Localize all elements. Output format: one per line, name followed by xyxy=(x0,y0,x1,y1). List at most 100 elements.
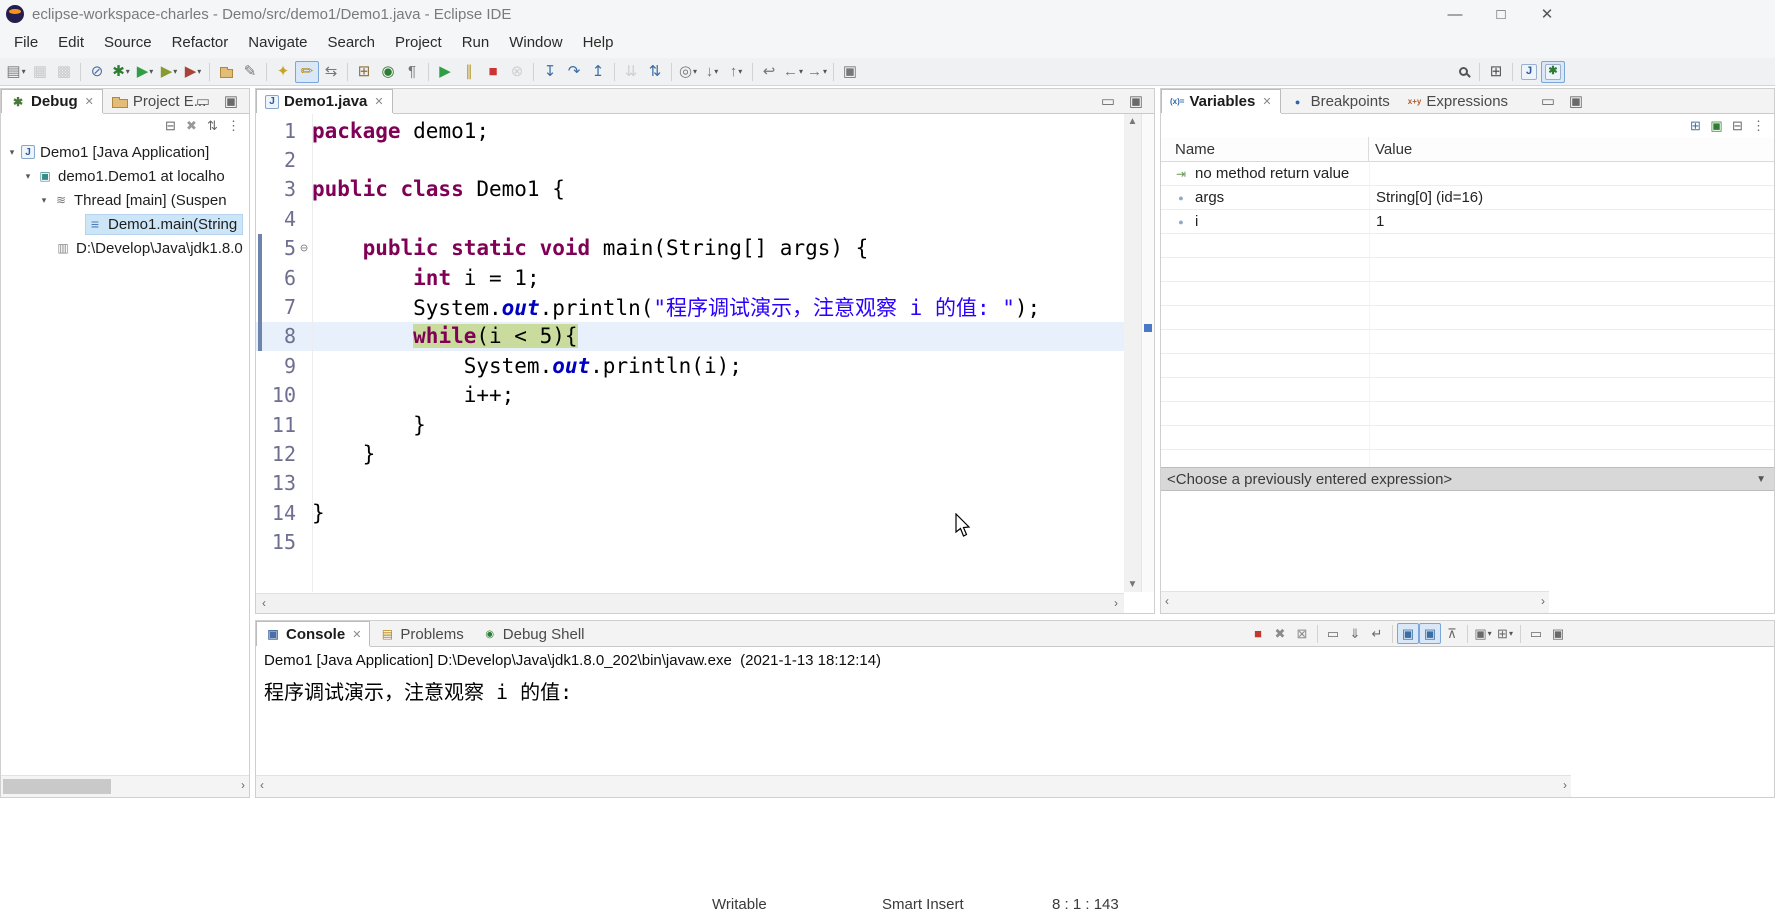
console-horizontal-scrollbar[interactable]: ‹ › xyxy=(256,775,1571,797)
maximize-view-icon[interactable]: ▣ xyxy=(219,91,243,113)
code-line-8[interactable]: 8 while(i < 5){ xyxy=(256,322,1124,351)
open-console-icon[interactable]: ⊞▾ xyxy=(1494,623,1516,644)
menu-file[interactable]: File xyxy=(4,28,48,58)
variables-horizontal-scrollbar[interactable]: ‹ › xyxy=(1161,591,1549,613)
save-all-icon[interactable]: ▩ xyxy=(52,61,76,83)
close-tab-icon[interactable]: ✕ xyxy=(374,95,383,108)
code-line-13[interactable]: 13 xyxy=(256,469,1124,498)
code-line-11[interactable]: 11 } xyxy=(256,410,1124,439)
maximize-view-icon[interactable]: ▣ xyxy=(1547,623,1569,644)
code-line-10[interactable]: 10 i++; xyxy=(256,381,1124,410)
tree-item[interactable]: ▾▣demo1.Demo1 at localho xyxy=(1,164,249,188)
scroll-right-icon[interactable]: › xyxy=(1541,594,1545,608)
editor-vertical-scrollbar[interactable]: ▲ ▼ xyxy=(1124,114,1141,592)
menu-navigate[interactable]: Navigate xyxy=(238,28,317,58)
tab-demo1-java[interactable]: JDemo1.java✕ xyxy=(256,89,393,113)
scroll-left-icon[interactable]: ‹ xyxy=(262,596,266,610)
scroll-right-icon[interactable]: › xyxy=(1114,596,1118,610)
filter-threads-icon[interactable]: ⇅ xyxy=(202,116,223,136)
scrollbar-thumb[interactable] xyxy=(3,779,111,794)
word-wrap-icon[interactable]: ↵ xyxy=(1366,623,1388,644)
tree-item[interactable]: ▾JDemo1 [Java Application] xyxy=(1,140,249,164)
new-java-project-icon[interactable] xyxy=(214,61,238,83)
step-over-icon[interactable]: ↷ xyxy=(562,61,586,83)
scroll-down-icon[interactable]: ▼ xyxy=(1124,579,1141,590)
scroll-left-icon[interactable]: ‹ xyxy=(1165,594,1169,608)
menu-source[interactable]: Source xyxy=(94,28,162,58)
tab-console[interactable]: ▣Console✕ xyxy=(256,621,370,646)
menu-refactor[interactable]: Refactor xyxy=(162,28,239,58)
pin-console-icon[interactable]: ⊼ xyxy=(1441,623,1463,644)
show-on-stderr-icon[interactable]: ▣ xyxy=(1419,623,1441,644)
debug-horizontal-scrollbar[interactable]: › xyxy=(1,775,249,797)
code-line-9[interactable]: 9 System.out.println(i); xyxy=(256,351,1124,380)
close-tab-icon[interactable]: ✕ xyxy=(85,95,94,108)
chevron-down-icon[interactable]: ▼ xyxy=(1756,474,1766,485)
new-icon[interactable]: ▤▾ xyxy=(4,61,28,83)
code-line-2[interactable]: 2 xyxy=(256,145,1124,174)
clear-console-icon[interactable]: ▭ xyxy=(1322,623,1344,644)
tab-debug-shell[interactable]: ◉Debug Shell xyxy=(473,621,594,646)
show-whitespace-icon[interactable]: ¶ xyxy=(400,61,424,83)
editor-horizontal-scrollbar[interactable]: ‹ › xyxy=(256,593,1124,613)
minimize-view-icon[interactable]: ▭ xyxy=(1536,91,1560,113)
save-icon[interactable]: ▦ xyxy=(28,61,52,83)
scroll-lock-icon[interactable]: ⇓ xyxy=(1344,623,1366,644)
step-return-icon[interactable]: ↥ xyxy=(586,61,610,83)
coverage-icon[interactable]: ▶▾ xyxy=(157,61,181,83)
collapse-all-icon[interactable]: ⊟ xyxy=(160,116,181,136)
show-on-stdout-icon[interactable]: ▣ xyxy=(1397,623,1419,644)
column-header-name[interactable]: Name xyxy=(1161,137,1369,161)
code-line-7[interactable]: 7 System.out.println("程序调试演示，注意观察 i 的值: … xyxy=(256,292,1124,321)
menu-project[interactable]: Project xyxy=(385,28,452,58)
last-edit-location-icon[interactable]: ↩ xyxy=(757,61,781,83)
current-line-marker[interactable] xyxy=(1144,324,1152,332)
tab-debug[interactable]: ✱Debug✕ xyxy=(1,89,103,113)
code-line-1[interactable]: 1package demo1; xyxy=(256,116,1124,145)
open-task-icon[interactable]: ✦ xyxy=(271,61,295,83)
expression-input[interactable]: <Choose a previously entered expression>… xyxy=(1161,467,1774,491)
scroll-right-icon[interactable]: › xyxy=(241,778,245,792)
run-external-tools-icon[interactable]: ▶▾ xyxy=(181,61,205,83)
expander-icon[interactable]: ▾ xyxy=(5,147,19,158)
expander-icon[interactable]: ▾ xyxy=(21,171,35,182)
menu-run[interactable]: Run xyxy=(452,28,500,58)
new-class-icon[interactable]: ◉ xyxy=(376,61,400,83)
remove-all-terminated-launches-icon[interactable]: ⊠ xyxy=(1291,623,1313,644)
skip-all-breakpoints-icon[interactable]: ⊘ xyxy=(85,61,109,83)
new-package-icon[interactable]: ⊞ xyxy=(352,61,376,83)
maximize-view-icon[interactable]: ▣ xyxy=(1564,91,1588,113)
show-type-names-icon[interactable]: ▣ xyxy=(1706,116,1727,136)
tab-variables[interactable]: (x)=Variables✕ xyxy=(1161,89,1281,113)
variable-row[interactable]: ●argsString[0] (id=16) xyxy=(1161,186,1774,210)
menu-help[interactable]: Help xyxy=(573,28,624,58)
code-area[interactable]: 1package demo1;23public class Demo1 {45⊖… xyxy=(256,114,1124,592)
forward-icon[interactable]: →▾ xyxy=(805,61,829,83)
minimize-view-icon[interactable]: ▭ xyxy=(191,91,215,113)
tree-item[interactable]: ▥D:\Develop\Java\jdk1.8.0 xyxy=(1,236,249,260)
annotate-icon[interactable]: ✎ xyxy=(238,61,262,83)
code-line-15[interactable]: 15 xyxy=(256,527,1124,556)
run-last-launched-icon[interactable]: ◎▾ xyxy=(676,61,700,83)
java-perspective-icon[interactable]: J xyxy=(1517,61,1541,83)
next-annotation-icon[interactable]: ↓▾ xyxy=(700,61,724,83)
fold-collapse-icon[interactable]: ⊖ xyxy=(296,241,312,256)
code-line-12[interactable]: 12 } xyxy=(256,439,1124,468)
debug-icon[interactable]: ✱▾ xyxy=(109,61,133,83)
tree-item[interactable]: ▾≋Thread [main] (Suspen xyxy=(1,188,249,212)
use-step-filters-icon[interactable]: ⇅ xyxy=(643,61,667,83)
previous-annotation-icon[interactable]: ↑▾ xyxy=(724,61,748,83)
debug-perspective-icon[interactable]: ✱ xyxy=(1541,61,1565,83)
back-icon[interactable]: ←▾ xyxy=(781,61,805,83)
remove-launch-icon[interactable]: ✖ xyxy=(1269,623,1291,644)
step-into-icon[interactable]: ↧ xyxy=(538,61,562,83)
display-selected-console-icon[interactable]: ▣▾ xyxy=(1472,623,1494,644)
open-type-icon[interactable]: ⇆ xyxy=(319,61,343,83)
terminate-icon[interactable]: ■ xyxy=(1247,623,1269,644)
expander-icon[interactable]: ▾ xyxy=(37,195,51,206)
tree-item[interactable]: ≡Demo1.main(String xyxy=(1,212,249,236)
menu-edit[interactable]: Edit xyxy=(48,28,94,58)
close-window-icon[interactable]: ✕ xyxy=(1524,1,1570,27)
view-menu-icon[interactable]: ⋮ xyxy=(1748,116,1769,136)
disconnect-icon[interactable]: ⊗ xyxy=(505,61,529,83)
